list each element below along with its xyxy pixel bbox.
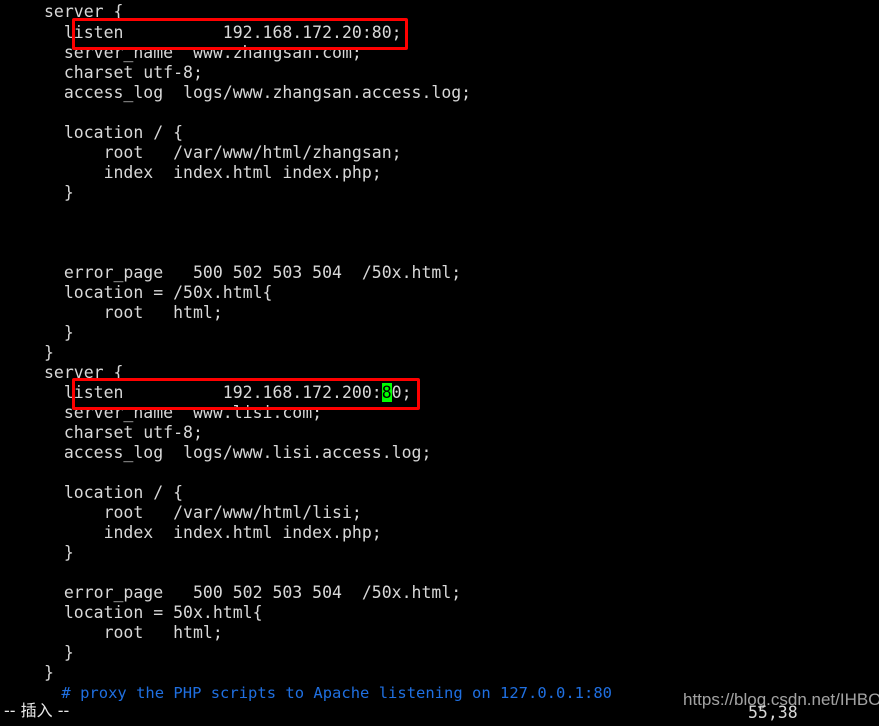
code-line: server_name www.zhangsan.com; bbox=[24, 43, 362, 62]
code-line: root /var/www/html/zhangsan; bbox=[24, 143, 402, 162]
code-line: location / { bbox=[24, 123, 184, 142]
code-line: charset utf-8; bbox=[24, 423, 203, 442]
code-line: } bbox=[24, 543, 74, 562]
code-line: index index.html index.php; bbox=[24, 523, 382, 542]
code-line: location = /50x.html{ bbox=[24, 283, 273, 302]
code-line: } bbox=[24, 643, 74, 662]
code-text: 0; bbox=[391, 383, 412, 402]
code-text: listen 192.168.172.200: bbox=[24, 383, 382, 402]
terminal-window: server { listen 192.168.172.20:80; serve… bbox=[0, 0, 879, 726]
code-line: listen 192.168.172.200:80; bbox=[24, 383, 412, 403]
code-line: root html; bbox=[24, 623, 223, 642]
code-line: access_log logs/www.lisi.access.log; bbox=[24, 443, 432, 462]
code-line: } bbox=[24, 323, 74, 342]
vim-editor-buffer[interactable]: server { listen 192.168.172.20:80; serve… bbox=[0, 0, 879, 702]
code-line: server { bbox=[24, 363, 124, 382]
vim-status-line: -- 插入 -- 55,38 bbox=[0, 698, 879, 726]
vim-mode-indicator: -- 插入 -- bbox=[4, 701, 70, 720]
code-line: location = 50x.html{ bbox=[24, 603, 263, 622]
code-line: charset utf-8; bbox=[24, 63, 203, 82]
code-line: } bbox=[24, 343, 54, 362]
code-line: root html; bbox=[24, 303, 223, 322]
code-line: index index.html index.php; bbox=[24, 163, 382, 182]
code-line: access_log logs/www.zhangsan.access.log; bbox=[24, 83, 472, 102]
code-line: error_page 500 502 503 504 /50x.html; bbox=[24, 583, 462, 602]
code-line: listen 192.168.172.20:80; bbox=[24, 23, 402, 42]
code-line: server { bbox=[24, 2, 124, 21]
code-line: location / { bbox=[24, 483, 184, 502]
text-cursor: 8 bbox=[381, 383, 392, 402]
code-line: error_page 500 502 503 504 /50x.html; bbox=[24, 263, 462, 282]
code-line: } bbox=[24, 183, 74, 202]
code-line: } bbox=[24, 663, 54, 682]
cursor-position-indicator: 55,38 bbox=[748, 703, 798, 722]
code-line: root /var/www/html/lisi; bbox=[24, 503, 362, 522]
code-line: server_name www.lisi.com; bbox=[24, 403, 323, 422]
